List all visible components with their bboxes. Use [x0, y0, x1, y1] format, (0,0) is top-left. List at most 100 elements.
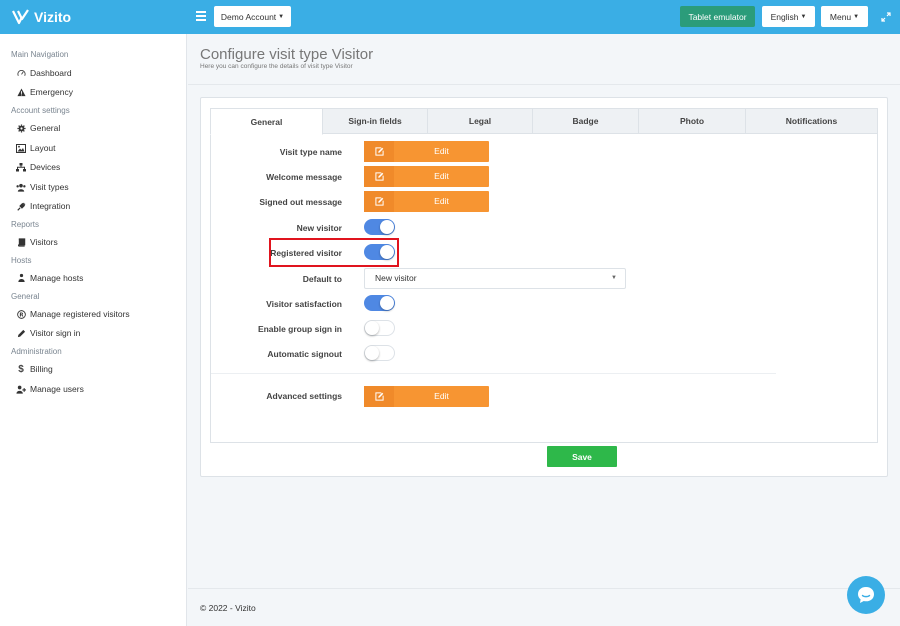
- sidebar-item-label: Emergency: [30, 87, 73, 97]
- tab-general[interactable]: General: [210, 108, 323, 135]
- chat-icon: [858, 587, 874, 603]
- welcome-message-label: Welcome message: [266, 172, 342, 182]
- tab-sign-in-fields[interactable]: Sign-in fields: [322, 108, 428, 134]
- footer-copyright: © 2022 - Vizito: [200, 603, 256, 613]
- sidebar-item-label: Manage registered visitors: [30, 309, 130, 319]
- sidebar-item-label: Integration: [30, 201, 71, 211]
- image-icon: [16, 143, 26, 153]
- sitemap-icon: [16, 162, 26, 172]
- sidebar-item-dashboard[interactable]: Dashboard: [16, 66, 72, 80]
- dollar-icon: $: [18, 363, 24, 375]
- edit-icon: [364, 166, 394, 187]
- tab-legal[interactable]: Legal: [427, 108, 533, 134]
- hamburger-icon[interactable]: [196, 11, 206, 21]
- account-label: Demo Account: [220, 11, 277, 22]
- sidebar-header-main-navigation: Main Navigation: [11, 50, 69, 59]
- expand-icon[interactable]: [881, 12, 891, 22]
- edit-label: Edit: [434, 171, 449, 181]
- tab-badge[interactable]: Badge: [532, 108, 639, 134]
- header-divider: [188, 84, 900, 85]
- sidebar-item-manage-hosts[interactable]: Manage hosts: [16, 271, 83, 285]
- save-button[interactable]: Save: [547, 446, 617, 467]
- visitor-satisfaction-label: Visitor satisfaction: [266, 299, 342, 309]
- signed-out-message-label: Signed out message: [259, 197, 342, 207]
- tab-photo[interactable]: Photo: [638, 108, 746, 134]
- tablet-emulator-button[interactable]: Tablet emulator: [680, 6, 755, 27]
- sidebar-item-general[interactable]: General: [16, 121, 60, 135]
- warning-icon: [16, 87, 26, 97]
- caret-down-icon: ▼: [800, 13, 807, 20]
- dashboard-icon: [16, 68, 26, 78]
- sidebar-item-devices[interactable]: Devices: [16, 160, 60, 174]
- edit-label: Edit: [434, 391, 449, 401]
- sidebar-item-label: General: [30, 123, 61, 133]
- toggle-knob: [380, 220, 394, 234]
- visit-type-name-label: Visit type name: [279, 147, 342, 157]
- footer-divider: [188, 588, 900, 589]
- toggle-knob: [380, 296, 394, 310]
- page-title: Configure visit type Visitor: [200, 46, 374, 63]
- page-subtitle: Here you can configure the details of vi…: [200, 63, 353, 70]
- signed-out-message-edit-button[interactable]: Edit: [364, 191, 489, 212]
- edit-label: Edit: [434, 196, 449, 206]
- visit-type-name-edit-button[interactable]: Edit: [364, 141, 489, 162]
- sidebar-item-visit-types[interactable]: Visit types: [16, 180, 69, 194]
- sidebar-item-layout[interactable]: Layout: [16, 141, 56, 155]
- users-icon: [16, 182, 26, 192]
- toggle-knob: [365, 321, 379, 335]
- sidebar-header-administration: Administration: [11, 347, 62, 356]
- chat-button[interactable]: [847, 576, 885, 614]
- form-divider: [211, 373, 776, 374]
- sidebar-item-label: Layout: [30, 143, 56, 153]
- automatic-signout-toggle[interactable]: [364, 345, 395, 361]
- new-visitor-label: New visitor: [296, 223, 342, 233]
- add-user-icon: [16, 384, 26, 394]
- default-to-select[interactable]: New visitor ▼: [364, 268, 626, 289]
- registered-icon: R: [16, 309, 26, 319]
- account-dropdown[interactable]: Demo Account ▼: [214, 6, 291, 27]
- edit-icon: [364, 191, 394, 212]
- sidebar-item-label: Visitors: [30, 237, 58, 247]
- sidebar-item-visitors[interactable]: Visitors: [16, 235, 58, 249]
- sidebar-header-reports: Reports: [11, 220, 40, 229]
- sidebar-item-manage-users[interactable]: Manage users: [16, 382, 84, 396]
- toggle-knob: [365, 346, 379, 360]
- book-icon: [16, 237, 26, 247]
- language-label: English: [770, 11, 799, 22]
- sidebar-item-label: Manage hosts: [30, 273, 84, 283]
- sidebar-item-label: Dashboard: [30, 68, 72, 78]
- sidebar-header-general: General: [11, 292, 40, 301]
- menu-dropdown[interactable]: Menu ▼: [821, 6, 868, 27]
- enable-group-sign-in-label: Enable group sign in: [257, 324, 342, 334]
- sidebar-header-account-settings: Account settings: [11, 106, 70, 115]
- welcome-message-edit-button[interactable]: Edit: [364, 166, 489, 187]
- visitor-satisfaction-toggle[interactable]: [364, 295, 395, 311]
- caret-down-icon: ▼: [278, 13, 285, 20]
- sidebar-header-hosts: Hosts: [11, 256, 32, 265]
- tablet-emulator-label: Tablet emulator: [688, 11, 747, 22]
- logo-icon: [12, 9, 29, 25]
- vizito-logo[interactable]: Vizito: [12, 7, 71, 27]
- sidebar-item-emergency[interactable]: Emergency: [16, 85, 73, 99]
- menu-label: Menu: [829, 11, 852, 22]
- tab-notifications[interactable]: Notifications: [745, 108, 878, 134]
- caret-down-icon: ▼: [611, 275, 617, 281]
- top-bar: Vizito Demo Account ▼ Tablet emulator Eng…: [0, 0, 900, 34]
- sidebar-item-billing[interactable]: $ Billing: [16, 362, 53, 376]
- app-name: Vizito: [34, 9, 72, 25]
- enable-group-sign-in-toggle[interactable]: [364, 320, 395, 336]
- host-icon: [16, 273, 26, 283]
- sidebar-item-integration[interactable]: Integration: [16, 199, 70, 213]
- plug-icon: [16, 201, 26, 211]
- advanced-settings-edit-button[interactable]: Edit: [364, 386, 489, 407]
- language-dropdown[interactable]: English ▼: [762, 6, 815, 27]
- edit-icon: [364, 141, 394, 162]
- gear-icon: [16, 123, 26, 133]
- sidebar-item-manage-registered-visitors[interactable]: R Manage registered visitors: [16, 307, 130, 321]
- sidebar-item-visitor-sign-in[interactable]: Visitor sign in: [16, 326, 80, 340]
- edit-label: Edit: [434, 146, 449, 156]
- new-visitor-toggle[interactable]: [364, 219, 395, 235]
- sidebar-item-label: Billing: [30, 364, 53, 374]
- caret-down-icon: ▼: [853, 13, 860, 20]
- default-to-label: Default to: [302, 274, 342, 284]
